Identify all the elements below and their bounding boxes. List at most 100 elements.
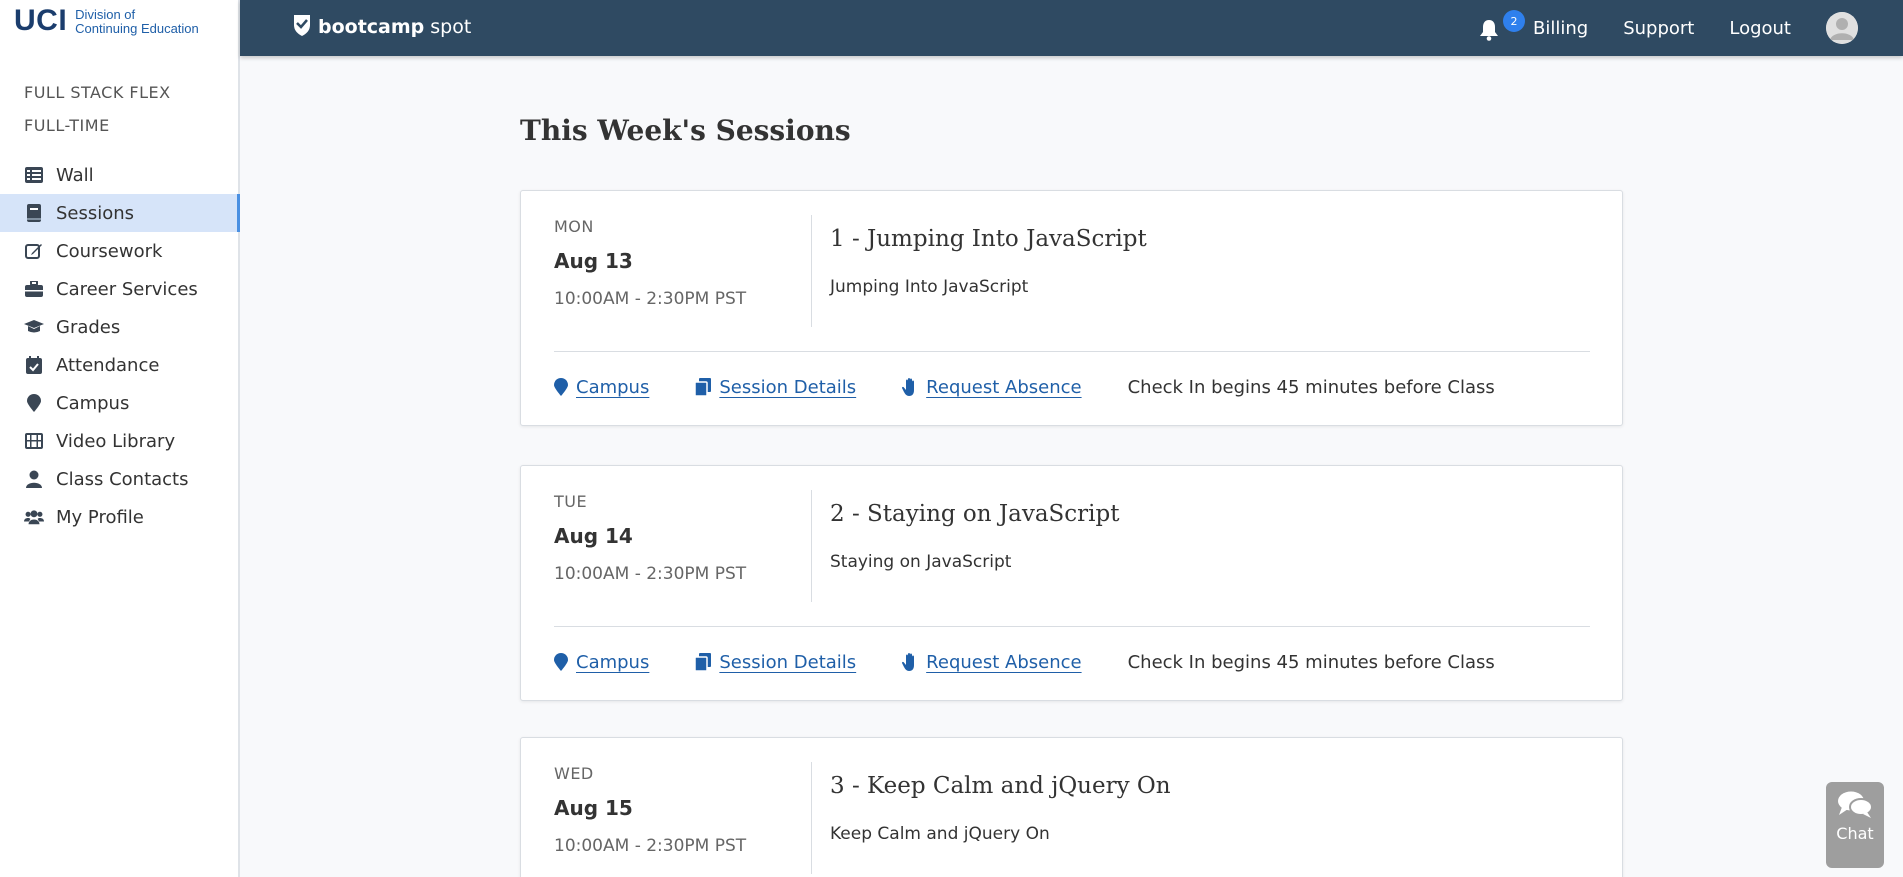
session-day: MON [554,217,594,236]
sidebar-item-label: Class Contacts [56,468,189,490]
request-absence-label: Request Absence [926,651,1082,673]
session-date: Aug 15 [554,796,633,820]
brand-spot: spot [430,16,472,38]
request-absence-link[interactable]: Request Absence [902,651,1082,673]
edit-icon [24,241,44,261]
session-time: 10:00AM - 2:30PM PST [554,564,747,584]
session-time-block: MON Aug 13 10:00AM - 2:30PM PST [554,215,812,327]
session-card: TUE Aug 14 10:00AM - 2:30PM PST 2 - Stay… [520,465,1623,701]
main-content: This Week's Sessions MON Aug 13 10:00AM … [520,56,1623,877]
session-info: 3 - Keep Calm and jQuery On Keep Calm an… [812,762,1171,877]
session-details-label: Session Details [719,376,857,398]
session-time: 10:00AM - 2:30PM PST [554,289,747,309]
map-marker-icon [24,393,44,413]
sidebar-item-campus[interactable]: Campus [0,384,238,422]
logo-division-text: Division of Continuing Education [75,8,199,36]
logout-link[interactable]: Logout [1729,18,1791,39]
page-title: This Week's Sessions [520,114,851,147]
users-icon [24,507,44,527]
support-link[interactable]: Support [1623,18,1694,39]
sidebar-item-label: Attendance [56,354,160,376]
uci-logo[interactable]: UCI Division of Continuing Education [0,0,238,56]
graduation-cap-icon [24,317,44,337]
sidebar-item-coursework[interactable]: Coursework [0,232,238,270]
chat-label: Chat [1836,824,1874,843]
map-marker-icon [554,378,568,396]
sidebar-nav: Wall Sessions Coursework Career Services… [0,156,240,536]
top-right-nav: 2 Billing Support Logout [1479,0,1903,56]
logo-uci-text: UCI [14,4,68,37]
briefcase-icon [24,279,44,299]
sidebar-item-grades[interactable]: Grades [0,308,238,346]
sidebar-item-label: Campus [56,392,130,414]
map-marker-icon [554,653,568,671]
logo-division-line1: Division of [75,7,136,22]
session-info: 1 - Jumping Into JavaScript Jumping Into… [812,215,1147,351]
session-title: 1 - Jumping Into JavaScript [830,226,1147,252]
sidebar-item-label: Video Library [56,430,176,452]
sidebar-item-label: My Profile [56,506,144,528]
notification-count-badge: 2 [1503,10,1526,32]
session-details-link[interactable]: Session Details [695,652,856,673]
hand-paper-icon [902,653,915,671]
session-time-block: TUE Aug 14 10:00AM - 2:30PM PST [554,490,812,602]
sidebar-item-attendance[interactable]: Attendance [0,346,238,384]
top-navbar: bootcamp spot 2 Billing Support Logout [240,0,1903,56]
request-absence-link[interactable]: Request Absence [902,376,1082,398]
session-day: TUE [554,492,588,511]
checkin-note: Check In begins 45 minutes before Class [1127,651,1495,673]
session-subtitle: Staying on JavaScript [830,552,1012,572]
session-time-block: WED Aug 15 10:00AM - 2:30PM PST [554,762,812,874]
checkin-note: Check In begins 45 minutes before Class [1127,376,1495,398]
request-absence-label: Request Absence [926,376,1082,398]
sidebar-item-video-library[interactable]: Video Library [0,422,238,460]
sidebar-item-label: Coursework [56,240,163,262]
bell-icon [1479,20,1499,45]
session-time: 10:00AM - 2:30PM PST [554,836,747,856]
session-card: MON Aug 13 10:00AM - 2:30PM PST 1 - Jump… [520,190,1623,426]
session-details-label: Session Details [719,651,857,673]
copy-icon [695,653,712,671]
brand-bootcamp: bootcamp [318,16,425,38]
session-title: 2 - Staying on JavaScript [830,501,1120,527]
hand-paper-icon [902,378,915,396]
session-details-link[interactable]: Session Details [695,377,856,398]
logo-division-line2: Continuing Education [75,21,199,36]
user-icon [24,469,44,489]
campus-link[interactable]: Campus [554,652,649,673]
session-title: 3 - Keep Calm and jQuery On [830,773,1171,799]
session-actions: Campus Session Details Request Absence C… [554,352,1589,422]
billing-link[interactable]: Billing [1533,18,1588,39]
sidebar-item-label: Sessions [56,202,135,224]
sidebar-item-my-profile[interactable]: My Profile [0,498,238,536]
sidebar-item-career-services[interactable]: Career Services [0,270,238,308]
film-icon [24,431,44,451]
campus-link-label: Campus [576,376,650,398]
sidebar-item-label: Career Services [56,278,198,300]
bootcampspot-logo[interactable]: bootcamp spot [292,13,471,41]
sidebar-item-sessions[interactable]: Sessions [0,194,240,232]
sidebar-item-wall[interactable]: Wall [0,156,238,194]
session-actions: Campus Session Details Request Absence C… [554,627,1589,697]
copy-icon [695,378,712,396]
list-icon [24,165,44,185]
sidebar-item-label: Wall [56,164,94,186]
book-icon [24,203,44,223]
session-subtitle: Jumping Into JavaScript [830,277,1029,297]
sidebar-item-label: Grades [56,316,121,338]
comments-icon [1838,791,1873,818]
shield-check-icon [292,13,312,41]
calendar-check-icon [24,355,44,375]
campus-link-label: Campus [576,651,650,673]
session-subtitle: Keep Calm and jQuery On [830,824,1050,844]
session-date: Aug 14 [554,524,633,548]
avatar[interactable] [1826,12,1858,44]
notifications-button[interactable]: 2 [1479,10,1526,41]
session-info: 2 - Staying on JavaScript Staying on Jav… [812,490,1120,626]
chat-button[interactable]: Chat [1826,782,1884,868]
session-day: WED [554,764,594,783]
sidebar-item-class-contacts[interactable]: Class Contacts [0,460,238,498]
sidebar: UCI Division of Continuing Education FUL… [0,0,240,877]
session-date: Aug 13 [554,249,633,273]
campus-link[interactable]: Campus [554,377,649,398]
